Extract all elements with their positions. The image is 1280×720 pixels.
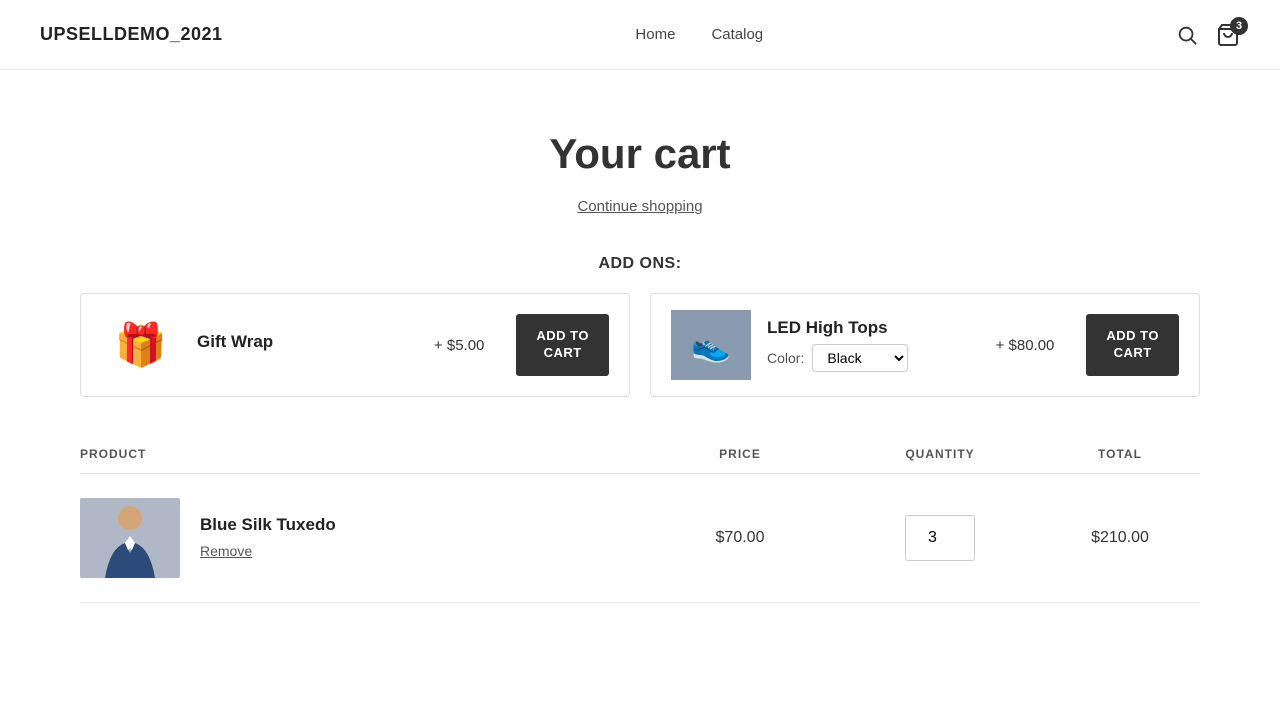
cart-item-total: $210.00 <box>1040 529 1200 547</box>
cart-table: PRODUCT PRICE QUANTITY TOTAL Blue Silk T <box>80 447 1200 603</box>
table-row: Blue Silk Tuxedo Remove $70.00 $210.00 <box>80 474 1200 603</box>
addon-price-led-high-tops: + $80.00 <box>996 337 1055 354</box>
continue-shopping-link[interactable]: Continue shopping <box>80 198 1200 215</box>
search-icon <box>1176 24 1198 46</box>
cart-item-quantity <box>840 515 1040 561</box>
addon-image-led-high-tops: 👟 <box>671 310 751 380</box>
cart-badge: 3 <box>1230 17 1248 35</box>
addon-card-gift-wrap: 🎁 Gift Wrap + $5.00 ADD TO CART <box>80 293 630 397</box>
tuxedo-illustration <box>80 498 180 578</box>
search-button[interactable] <box>1176 24 1198 46</box>
cart-item-price: $70.00 <box>640 529 840 547</box>
addon-info-led-high-tops: LED High Tops Color: Black White Red Blu… <box>767 318 964 372</box>
nav-catalog[interactable]: Catalog <box>711 26 763 43</box>
addon-color-row: Color: Black White Red Blue <box>767 344 964 372</box>
main-nav: Home Catalog <box>635 26 763 43</box>
cart-button[interactable]: 3 <box>1216 23 1240 47</box>
nav-home[interactable]: Home <box>635 26 675 43</box>
color-select[interactable]: Black White Red Blue <box>812 344 908 372</box>
color-label: Color: <box>767 350 804 366</box>
addon-image-gift-wrap: 🎁 <box>101 310 181 380</box>
remove-button[interactable]: Remove <box>200 543 252 559</box>
brand-logo: UPSELLDEMO_2021 <box>40 24 223 45</box>
header-icons: 3 <box>1176 23 1240 47</box>
cart-product-info: Blue Silk Tuxedo Remove <box>80 498 640 578</box>
col-product: PRODUCT <box>80 447 640 461</box>
add-to-cart-led-high-tops[interactable]: ADD TO CART <box>1086 314 1179 376</box>
cart-table-header: PRODUCT PRICE QUANTITY TOTAL <box>80 447 1200 474</box>
addon-name-gift-wrap: Gift Wrap <box>197 332 402 352</box>
addon-price-gift-wrap: + $5.00 <box>434 337 484 354</box>
col-quantity: QUANTITY <box>840 447 1040 461</box>
page-title: Your cart <box>80 130 1200 178</box>
product-image <box>80 498 180 578</box>
shoe-illustration: 👟 <box>671 310 751 380</box>
addons-grid: 🎁 Gift Wrap + $5.00 ADD TO CART 👟 LED Hi… <box>80 293 1200 397</box>
col-price: PRICE <box>640 447 840 461</box>
addons-label: ADD ONS: <box>80 255 1200 273</box>
addon-name-led-high-tops: LED High Tops <box>767 318 964 338</box>
product-details: Blue Silk Tuxedo Remove <box>200 515 336 561</box>
col-total: TOTAL <box>1040 447 1200 461</box>
addon-info-gift-wrap: Gift Wrap <box>197 332 402 358</box>
add-to-cart-gift-wrap[interactable]: ADD TO CART <box>516 314 609 376</box>
svg-text:👟: 👟 <box>691 327 731 364</box>
product-name: Blue Silk Tuxedo <box>200 515 336 535</box>
quantity-input[interactable] <box>905 515 975 561</box>
addon-card-led-high-tops: 👟 LED High Tops Color: Black White Red B… <box>650 293 1200 397</box>
